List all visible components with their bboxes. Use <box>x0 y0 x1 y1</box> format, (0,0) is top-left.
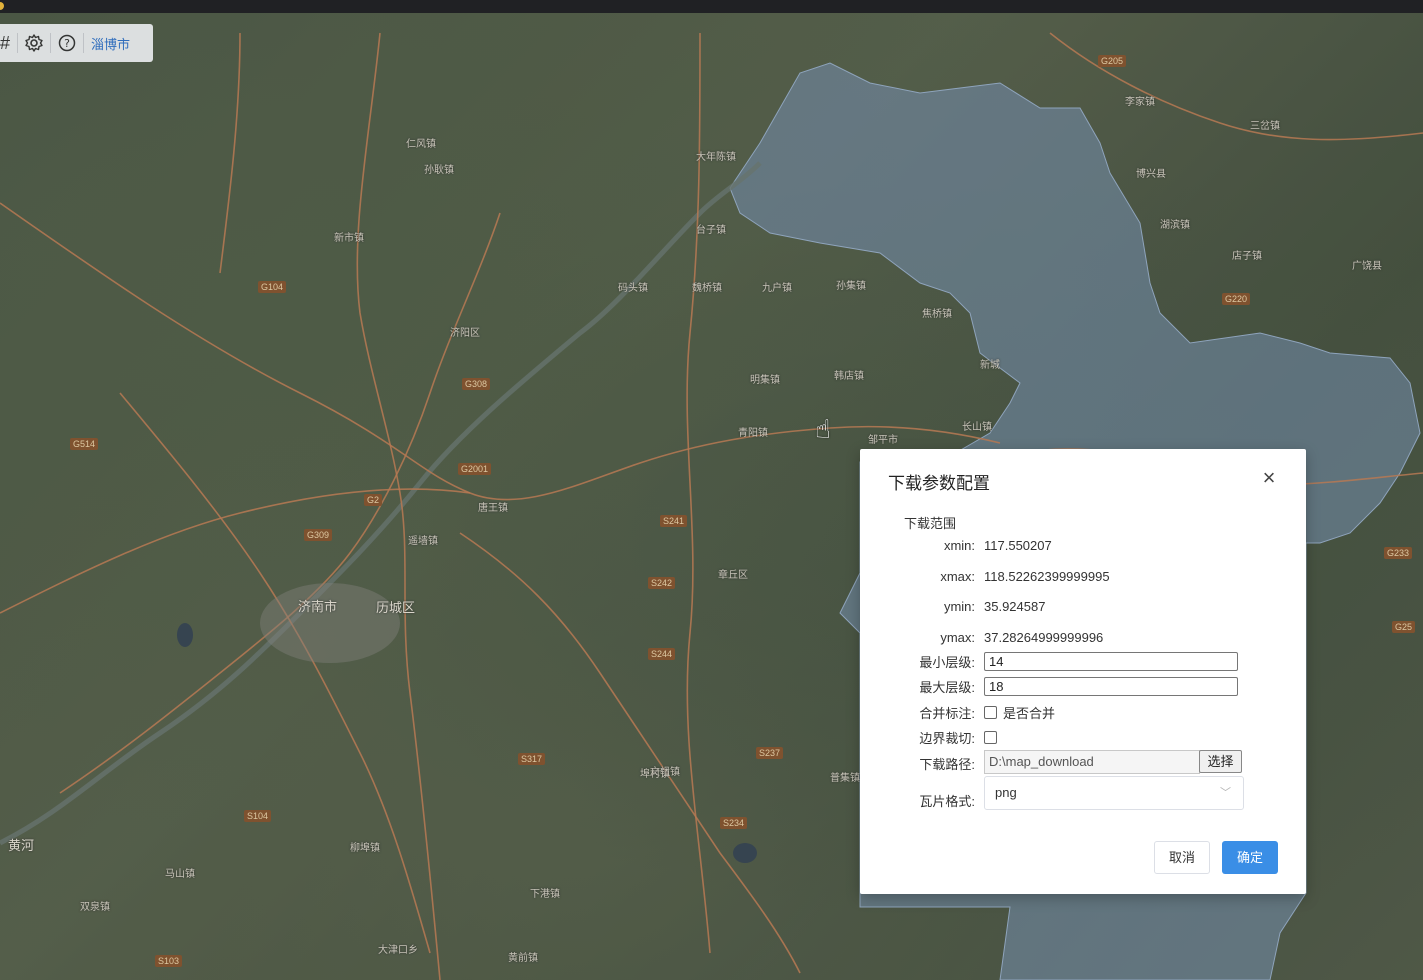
choose-button[interactable]: 选择 <box>1199 750 1242 773</box>
xmin-value: 117.550207 <box>984 538 1052 553</box>
max-zoom-input[interactable] <box>984 677 1238 696</box>
format-select-value: png <box>995 785 1017 800</box>
section-title: 下载范围 <box>904 516 957 531</box>
min-zoom-input[interactable] <box>984 652 1238 671</box>
map-toolbar: # ? 淄博市 <box>0 24 153 62</box>
xmax-value: 118.52262399999995 <box>984 569 1110 584</box>
toolbar-divider <box>17 33 18 53</box>
xmin-label: xmin: <box>943 538 975 553</box>
max-zoom-label: 最大层级: <box>919 680 975 695</box>
svg-text:?: ? <box>64 37 70 50</box>
max-zoom-row: 最大层级: <box>860 677 1306 698</box>
help-icon: ? <box>58 34 76 52</box>
browser-top-bar <box>0 0 1423 13</box>
format-row: 瓦片格式: png ﹀ <box>860 776 1306 812</box>
gear-icon[interactable] <box>19 24 49 62</box>
toolbar-divider <box>83 33 84 53</box>
merge-checkbox[interactable] <box>984 706 997 719</box>
path-label: 下载路径: <box>919 757 975 772</box>
cancel-button[interactable]: 取消 <box>1154 841 1210 874</box>
merge-checkbox-text[interactable]: 是否合并 <box>1003 704 1055 724</box>
ymin-value: 35.924587 <box>984 599 1046 614</box>
help-icon[interactable]: ? <box>52 24 82 62</box>
clip-row: 边界裁切: <box>860 729 1306 749</box>
merge-label: 合并标注: <box>919 706 975 721</box>
ymin-label: ymin: <box>943 599 975 614</box>
ymax-row: ymax: 37.28264999999996 <box>860 628 1306 648</box>
confirm-button[interactable]: 确定 <box>1222 841 1278 874</box>
ymin-row: ymin: 35.924587 <box>860 597 1306 617</box>
xmin-row: xmin: 117.550207 <box>860 536 1306 556</box>
path-input[interactable]: D:\map_download <box>984 750 1200 774</box>
clip-checkbox[interactable] <box>984 731 997 744</box>
region-link[interactable]: 淄博市 <box>85 34 130 53</box>
format-label: 瓦片格式: <box>919 794 975 809</box>
download-config-dialog: 下载参数配置 × 下载范围 xmin: 117.550207 xmax: 118… <box>860 449 1306 894</box>
min-zoom-label: 最小层级: <box>919 655 975 670</box>
close-icon[interactable]: × <box>1258 467 1280 489</box>
ymax-label: ymax: <box>940 630 975 645</box>
chevron-down-icon: ﹀ <box>1220 787 1231 799</box>
toolbar-divider <box>50 33 51 53</box>
xmax-label: xmax: <box>940 569 975 584</box>
tab-indicator <box>0 2 4 10</box>
path-row: 下载路径: D:\map_download 选择 <box>860 750 1306 775</box>
min-zoom-row: 最小层级: <box>860 652 1306 673</box>
hand-cursor-icon: ☝ <box>815 414 831 444</box>
merge-row: 合并标注: 是否合并 <box>860 704 1306 724</box>
clip-label: 边界裁切: <box>919 731 975 746</box>
ymax-value: 37.28264999999996 <box>984 630 1104 645</box>
dialog-title: 下载参数配置 <box>888 474 990 493</box>
xmax-row: xmax: 118.52262399999995 <box>860 567 1306 587</box>
format-select[interactable]: png ﹀ <box>984 776 1244 810</box>
gear-icon <box>25 34 43 52</box>
grid-icon[interactable]: # <box>0 24 16 62</box>
